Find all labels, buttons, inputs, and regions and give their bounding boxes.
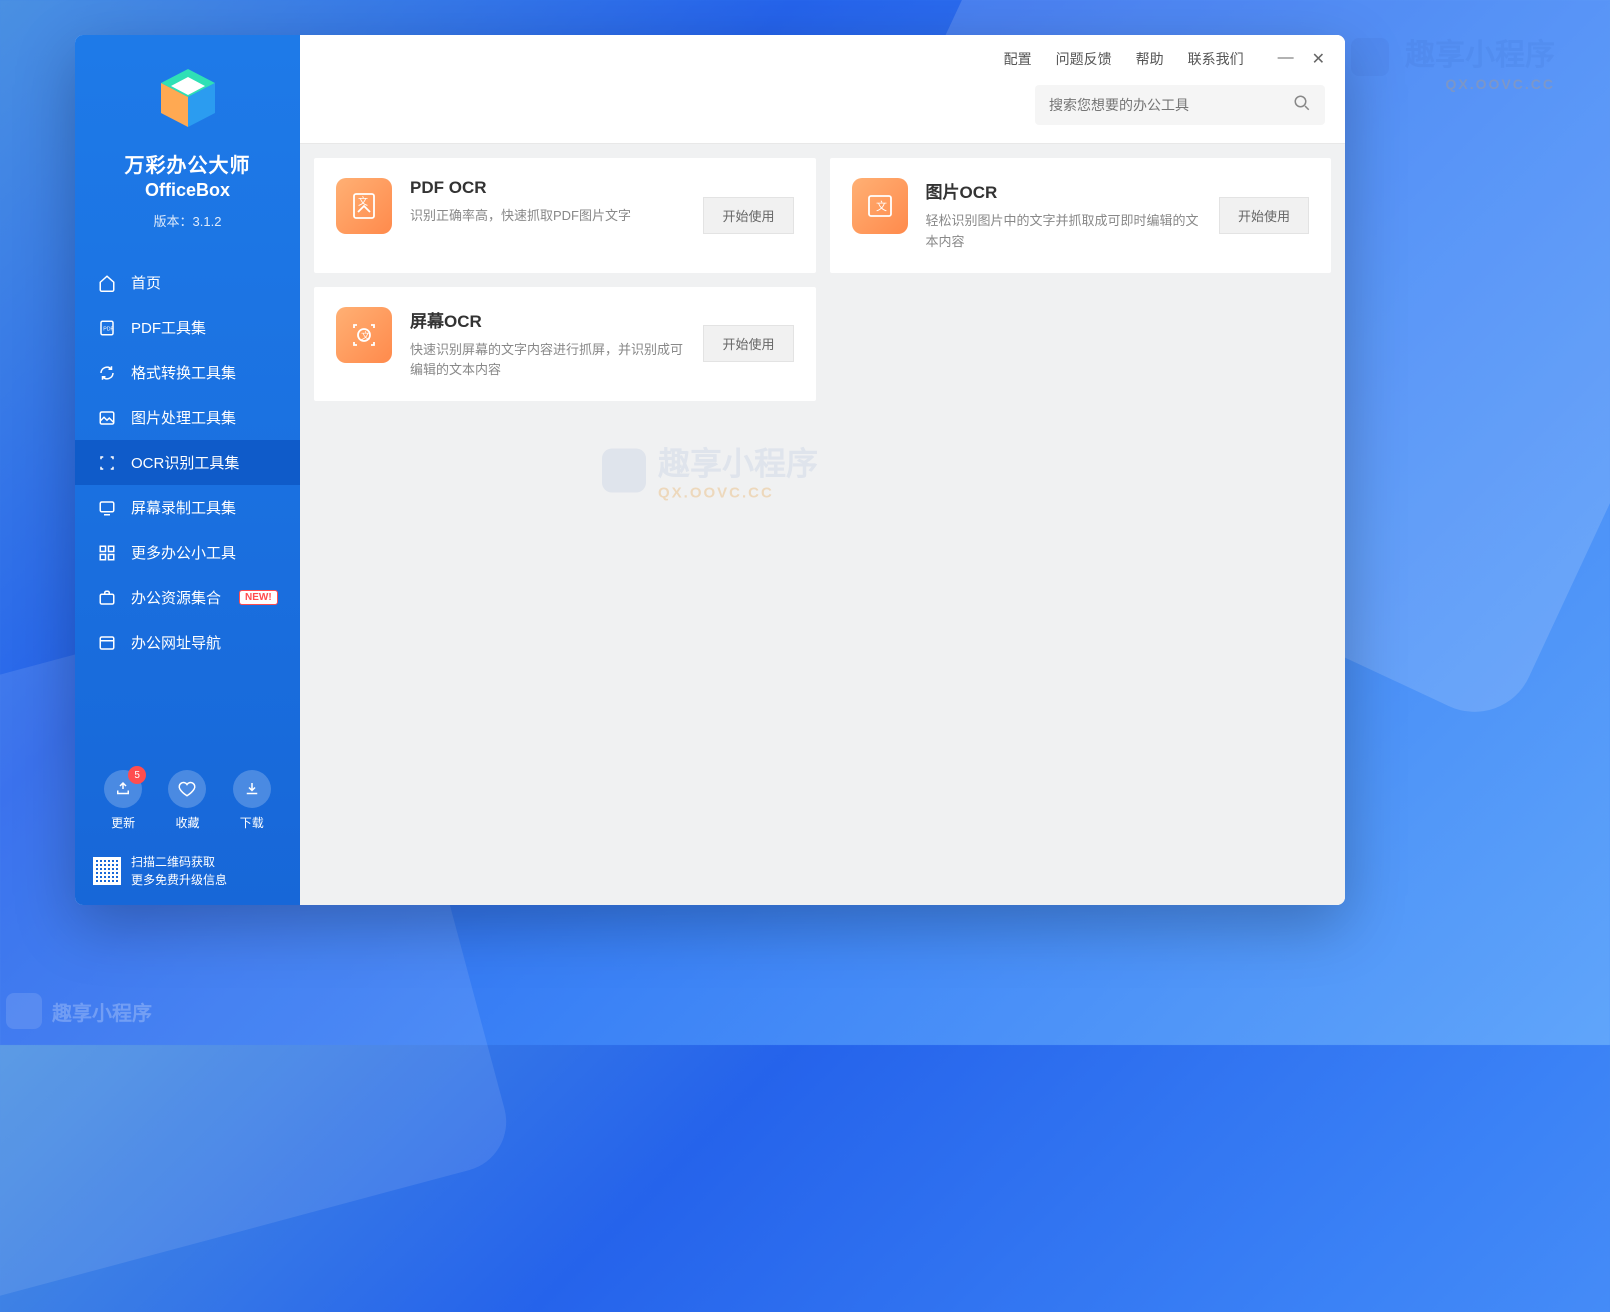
svg-text:文: 文 <box>361 330 370 341</box>
nav-label: PDF工具集 <box>131 317 206 338</box>
nav-pdf[interactable]: PDF PDF工具集 <box>75 305 300 350</box>
update-badge: 5 <box>128 766 146 784</box>
sidebar: 万彩办公大师 OfficeBox 版本：3.1.2 首页 PDF PDF工具集 … <box>75 35 300 905</box>
favorite-label: 收藏 <box>168 814 206 831</box>
tool-card-image-ocr: 文 图片OCR 轻松识别图片中的文字并抓取成可即时编辑的文本内容 开始使用 <box>830 158 1332 273</box>
grid-icon <box>97 543 117 563</box>
nav-label: 办公资源集合 <box>131 587 221 608</box>
watermark-icon <box>1351 38 1389 76</box>
nav-home[interactable]: 首页 <box>75 260 300 305</box>
help-link[interactable]: 帮助 <box>1136 49 1164 69</box>
card-title: 屏幕OCR <box>410 307 685 332</box>
nav-label: 图片处理工具集 <box>131 407 236 428</box>
watermark-bottom: 趣享小程序 <box>6 993 152 1029</box>
nav-label: 屏幕录制工具集 <box>131 497 236 518</box>
briefcase-icon <box>97 588 117 608</box>
refresh-icon <box>97 363 117 383</box>
close-button[interactable]: ✕ <box>1312 49 1325 69</box>
search-icon[interactable] <box>1293 94 1311 117</box>
feedback-link[interactable]: 问题反馈 <box>1056 49 1112 69</box>
monitor-icon <box>97 498 117 518</box>
window-controls: — ✕ <box>1278 49 1325 69</box>
screen-ocr-icon: 文 <box>336 307 392 363</box>
card-desc: 快速识别屏幕的文字内容进行抓屏，并识别成可编辑的文本内容 <box>410 340 685 382</box>
search-bar[interactable] <box>1035 85 1325 125</box>
config-link[interactable]: 配置 <box>1004 49 1032 69</box>
home-icon <box>97 273 117 293</box>
pdf-icon: PDF <box>97 318 117 338</box>
app-title: 万彩办公大师 <box>85 149 290 178</box>
pdf-ocr-icon: 文 <box>336 178 392 234</box>
image-icon <box>97 408 117 428</box>
start-use-button[interactable]: 开始使用 <box>1219 197 1309 234</box>
app-subtitle: OfficeBox <box>85 180 290 201</box>
nav-label: OCR识别工具集 <box>131 452 239 473</box>
qr-block[interactable]: 扫描二维码获取 更多免费升级信息 <box>75 843 300 905</box>
nav-resources[interactable]: 办公资源集合 NEW! <box>75 575 300 620</box>
search-input[interactable] <box>1049 97 1293 113</box>
qr-code-icon <box>93 857 121 885</box>
ocr-icon <box>97 453 117 473</box>
app-version: 版本：3.1.2 <box>85 211 290 230</box>
nav-record[interactable]: 屏幕录制工具集 <box>75 485 300 530</box>
tool-card-pdf-ocr: 文 PDF OCR 识别正确率高，快速抓取PDF图片文字 开始使用 <box>314 158 816 273</box>
nav-label: 格式转换工具集 <box>131 362 236 383</box>
card-desc: 轻松识别图片中的文字并抓取成可即时编辑的文本内容 <box>926 211 1201 253</box>
logo-block: 万彩办公大师 OfficeBox 版本：3.1.2 <box>75 35 300 252</box>
nav-image[interactable]: 图片处理工具集 <box>75 395 300 440</box>
qr-text: 扫描二维码获取 更多免费升级信息 <box>131 853 227 889</box>
start-use-button[interactable]: 开始使用 <box>703 325 793 362</box>
svg-text:文: 文 <box>876 199 887 213</box>
minimize-button[interactable]: — <box>1278 49 1294 69</box>
download-button[interactable]: 下载 <box>233 770 271 831</box>
watermark-top: 趣享小程序 QX.OOVC.CC <box>1351 30 1555 92</box>
logo-cube-icon <box>153 63 223 133</box>
tool-card-screen-ocr: 文 屏幕OCR 快速识别屏幕的文字内容进行抓屏，并识别成可编辑的文本内容 开始使… <box>314 287 816 402</box>
bottom-actions: 5 更新 收藏 下载 <box>75 760 300 843</box>
nav-more-tools[interactable]: 更多办公小工具 <box>75 530 300 575</box>
update-label: 更新 <box>104 814 142 831</box>
update-button[interactable]: 5 更新 <box>104 770 142 831</box>
card-title: PDF OCR <box>410 178 685 198</box>
start-use-button[interactable]: 开始使用 <box>703 197 793 234</box>
app-window: 万彩办公大师 OfficeBox 版本：3.1.2 首页 PDF PDF工具集 … <box>75 35 1345 905</box>
card-desc: 识别正确率高，快速抓取PDF图片文字 <box>410 206 685 227</box>
download-label: 下载 <box>233 814 271 831</box>
main-area: 配置 问题反馈 帮助 联系我们 — ✕ 文 PDF OCR <box>300 35 1345 905</box>
window-icon <box>97 633 117 653</box>
nav-convert[interactable]: 格式转换工具集 <box>75 350 300 395</box>
topbar: 配置 问题反馈 帮助 联系我们 — ✕ <box>300 35 1345 144</box>
favorite-button[interactable]: 收藏 <box>168 770 206 831</box>
contact-link[interactable]: 联系我们 <box>1188 49 1244 69</box>
nav-label: 更多办公小工具 <box>131 542 236 563</box>
nav-list: 首页 PDF PDF工具集 格式转换工具集 图片处理工具集 OCR识别工具集 屏… <box>75 252 300 760</box>
card-title: 图片OCR <box>926 178 1201 203</box>
image-ocr-icon: 文 <box>852 178 908 234</box>
content-grid: 文 PDF OCR 识别正确率高，快速抓取PDF图片文字 开始使用 文 图片OC… <box>300 144 1345 905</box>
nav-links[interactable]: 办公网址导航 <box>75 620 300 665</box>
nav-ocr[interactable]: OCR识别工具集 <box>75 440 300 485</box>
nav-label: 首页 <box>131 272 161 293</box>
watermark-icon <box>6 993 42 1029</box>
svg-text:PDF: PDF <box>103 326 114 332</box>
new-badge: NEW! <box>239 590 278 605</box>
nav-label: 办公网址导航 <box>131 632 221 653</box>
